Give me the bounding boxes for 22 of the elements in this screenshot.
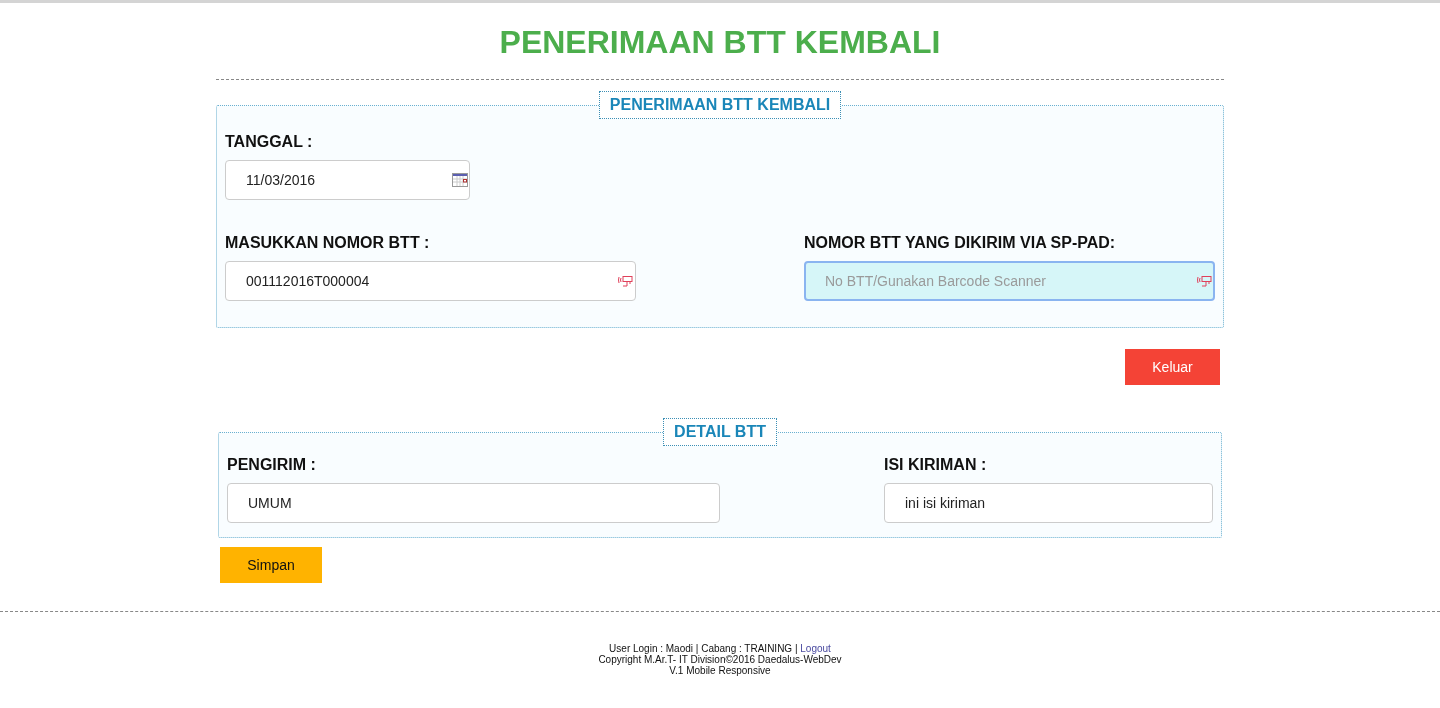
field-label: NOMOR BTT YANG DIKIRIM VIA SP-PAD: xyxy=(804,234,1117,252)
input-field[interactable]: 11/03/2016 xyxy=(225,160,470,200)
calendar-icon xyxy=(452,172,468,188)
exit-button[interactable]: Keluar xyxy=(1125,349,1220,385)
scanner-icon xyxy=(1197,273,1213,289)
section-legend: PENERIMAAN BTT KEMBALI xyxy=(598,91,842,119)
input-field[interactable]: 001112016T000004 xyxy=(225,261,636,301)
version-text: V.1 Mobile Responsive xyxy=(668,665,772,676)
login-info: User Login : Maodi | Cabang : TRAINING | xyxy=(609,643,798,654)
field-label: PENGIRIM : xyxy=(227,456,317,474)
field-label: MASUKKAN NOMOR BTT : xyxy=(225,234,431,252)
input-field[interactable]: UMUM xyxy=(227,483,720,523)
page-title: PENERIMAAN BTT KEMBALI xyxy=(498,23,942,62)
input-field[interactable]: No BTT/Gunakan Barcode Scanner xyxy=(804,261,1215,301)
field-label: TANGGAL : xyxy=(225,133,314,151)
section-legend: DETAIL BTT xyxy=(663,418,777,446)
input-field[interactable]: ini isi kiriman xyxy=(884,483,1213,523)
save-button[interactable]: Simpan xyxy=(220,547,322,583)
scanner-icon xyxy=(618,273,634,289)
copyright-text: Copyright M.Ar.T- IT Division©2016 Daedalus-WebDev xyxy=(597,654,843,665)
field-label: ISI KIRIMAN : xyxy=(884,456,988,474)
logout-link[interactable]: Logout xyxy=(800,643,831,654)
